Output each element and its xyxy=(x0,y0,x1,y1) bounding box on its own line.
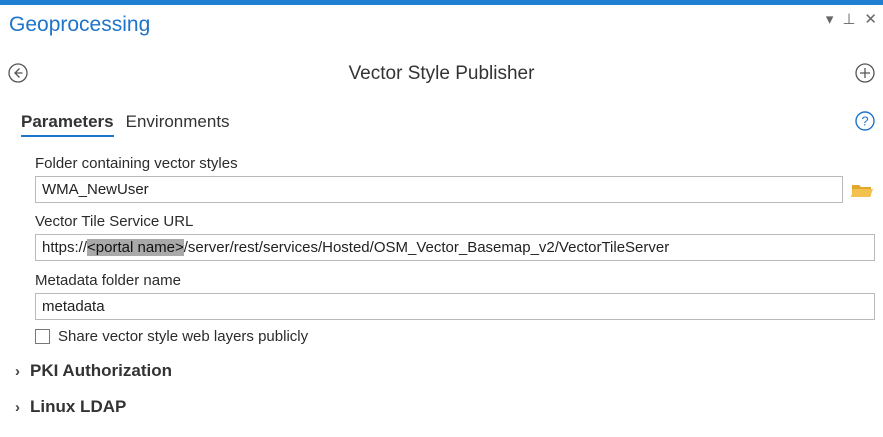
help-button[interactable]: ? xyxy=(855,111,875,131)
url-label: Vector Tile Service URL xyxy=(35,213,194,230)
section-pki-authorization[interactable]: › PKI Authorization xyxy=(15,361,172,381)
back-button[interactable] xyxy=(8,63,28,83)
plus-icon xyxy=(855,63,875,83)
tab-bar: Parameters Environments xyxy=(21,112,230,137)
browse-folder-button[interactable] xyxy=(850,180,874,200)
metadata-label: Metadata folder name xyxy=(35,272,181,289)
add-button[interactable] xyxy=(855,63,875,83)
back-arrow-icon xyxy=(8,63,28,83)
url-selected-text: <portal name> xyxy=(87,239,184,256)
share-checkbox-label: Share vector style web layers publicly xyxy=(58,328,309,345)
folder-icon xyxy=(851,185,873,197)
pane-window-controls: ▾ ⊥ ✕ xyxy=(826,12,877,28)
tab-environments[interactable]: Environments xyxy=(126,112,230,137)
url-suffix: /server/rest/services/Hosted/OSM_Vector_… xyxy=(183,239,670,256)
folder-label: Folder containing vector styles xyxy=(35,155,238,172)
tool-name: Vector Style Publisher xyxy=(348,63,535,84)
section-label: PKI Authorization xyxy=(30,361,172,380)
section-label: Linux LDAP xyxy=(30,397,127,416)
chevron-right-icon: › xyxy=(15,362,20,380)
url-input[interactable]: https://<portal name>/server/rest/servic… xyxy=(35,234,875,261)
tab-parameters[interactable]: Parameters xyxy=(21,112,114,137)
chevron-right-icon: › xyxy=(15,398,20,416)
pane-top-accent xyxy=(0,0,883,5)
share-checkbox[interactable] xyxy=(35,329,50,344)
pane-title: Geoprocessing xyxy=(9,13,151,36)
svg-text:?: ? xyxy=(861,114,868,129)
help-icon: ? xyxy=(855,111,875,131)
section-linux-ldap[interactable]: › Linux LDAP xyxy=(15,397,126,417)
dropdown-icon[interactable]: ▾ xyxy=(826,12,834,28)
close-icon[interactable]: ✕ xyxy=(864,12,877,28)
share-checkbox-row[interactable]: Share vector style web layers publicly xyxy=(35,328,308,345)
pin-icon[interactable]: ⊥ xyxy=(842,12,855,28)
metadata-input[interactable]: metadata xyxy=(35,293,875,320)
url-prefix: https:// xyxy=(42,239,88,256)
folder-input[interactable]: WMA_NewUser xyxy=(35,176,843,203)
